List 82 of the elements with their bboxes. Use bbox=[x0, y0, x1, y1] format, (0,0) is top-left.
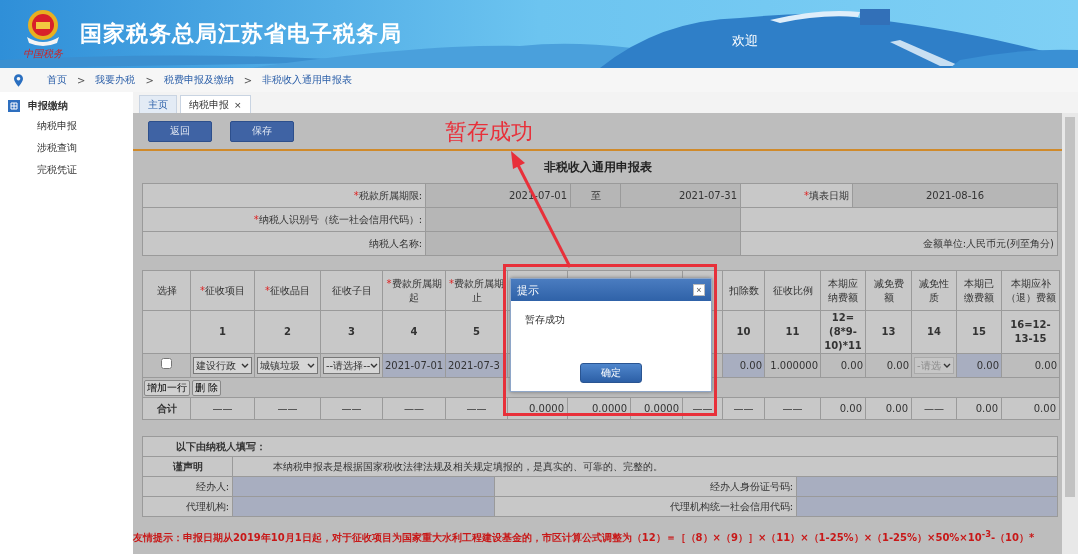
column-header: *费款所属期止 bbox=[449, 277, 504, 303]
sidebar-section-title[interactable]: 申报缴纳 bbox=[28, 99, 68, 113]
chevron-icon bbox=[307, 363, 315, 368]
close-button[interactable]: × bbox=[693, 284, 705, 296]
breadcrumb-link[interactable]: 非税收入通用申报表 bbox=[262, 73, 353, 87]
toolbar-button[interactable]: 保存 bbox=[230, 120, 294, 142]
dropdown[interactable]: 城镇垃圾 bbox=[257, 357, 318, 374]
breadcrumb-link[interactable]: 税费申报及缴纳 bbox=[163, 73, 234, 87]
column-header: 征收比例 bbox=[772, 284, 813, 296]
table-cell: 0.00 bbox=[886, 359, 909, 371]
column-header: 减免性质 bbox=[919, 277, 949, 303]
breadcrumb-link[interactable]: 我要办税 bbox=[95, 73, 136, 87]
tab[interactable]: 纳税申报 × bbox=[180, 95, 251, 113]
row-button[interactable]: 删 除 bbox=[192, 379, 222, 396]
table-cell: 至 bbox=[570, 183, 621, 208]
scrollbar[interactable] bbox=[1062, 113, 1078, 554]
column-number: 5 bbox=[473, 326, 480, 337]
dialog-message: 暂存成功 bbox=[524, 313, 566, 327]
field-label: *税款所属期限: bbox=[142, 183, 426, 208]
confirm-button[interactable]: 确定 bbox=[580, 363, 642, 383]
section-heading: 以下由纳税人填写： bbox=[175, 440, 266, 452]
form-title: 非税收入通用申报表 bbox=[542, 159, 653, 176]
column-header: *征收项目 bbox=[200, 284, 245, 296]
field-label: 纳税人名称: bbox=[142, 231, 426, 256]
statement-text: 本纳税申报表是根据国家税收法律法规及相关规定填报的，是真实的、可靠的、完整的。 bbox=[232, 456, 1058, 477]
column-header: 减免费额 bbox=[873, 277, 904, 303]
row-button[interactable]: 增加一行 bbox=[144, 379, 190, 396]
breadcrumb-separator: > bbox=[243, 74, 253, 86]
location-pin-icon bbox=[14, 73, 23, 87]
close-icon[interactable]: × bbox=[234, 99, 242, 110]
field-label: 谨声明 bbox=[142, 456, 233, 477]
column-number: 2 bbox=[284, 326, 291, 337]
chevron-icon bbox=[370, 363, 379, 368]
column-header: *费款所属期起 bbox=[386, 277, 442, 303]
field-label: *填表日期 bbox=[740, 183, 853, 208]
column-number: 10 bbox=[736, 326, 751, 337]
column-number: 4 bbox=[410, 326, 418, 337]
emblem-caption: 中国税务 bbox=[23, 47, 63, 61]
chevron-icon bbox=[943, 363, 951, 368]
field-label: *纳税人识别号（统一社会信用代码）: bbox=[142, 207, 426, 232]
column-number: 12=(8*9-10)*11 bbox=[824, 312, 862, 351]
table-cell: 2021-08-16 bbox=[852, 183, 1058, 208]
chevron-icon bbox=[241, 363, 249, 368]
column-number: 1 bbox=[219, 326, 226, 337]
table-cell: 2021-07-31 bbox=[620, 183, 741, 208]
dialog-title: 提示 bbox=[517, 282, 539, 298]
field-label: 经办人: bbox=[142, 476, 233, 497]
sidebar-item[interactable]: 纳税申报 bbox=[0, 115, 133, 137]
site-title: 国家税务总局江苏省电子税务局 bbox=[80, 20, 402, 48]
toolbar-button[interactable]: 返回 bbox=[148, 120, 212, 142]
breadcrumb-link[interactable]: 首页 bbox=[47, 73, 67, 87]
breadcrumb-separator: > bbox=[145, 74, 154, 86]
column-number: 15 bbox=[972, 326, 986, 337]
total-label: 合计 bbox=[142, 397, 191, 420]
sidebar-item[interactable]: 完税凭证 bbox=[0, 159, 133, 181]
column-header: 选择 bbox=[156, 284, 177, 296]
column-number: 3 bbox=[348, 326, 355, 337]
dropdown[interactable]: 建设行政 bbox=[193, 357, 252, 374]
breadcrumb-separator: > bbox=[77, 74, 86, 86]
column-header: *征收品目 bbox=[265, 284, 310, 296]
column-number: 14 bbox=[927, 326, 941, 337]
column-header: 本期应补（退）费额 bbox=[1005, 277, 1056, 303]
row-checkbox[interactable] bbox=[161, 358, 172, 369]
dropdown[interactable]: --请选择-- bbox=[323, 357, 380, 374]
grid-icon bbox=[8, 100, 20, 112]
column-header: 本期应纳费额 bbox=[828, 277, 858, 303]
column-header: 征收子目 bbox=[331, 284, 372, 296]
column-number: 13 bbox=[881, 326, 896, 337]
column-header: 本期已缴费额 bbox=[964, 277, 994, 303]
column-number: 16=12-13-15 bbox=[1010, 319, 1051, 344]
unit-note: 金额单位:人民币元(列至角分) bbox=[740, 231, 1058, 256]
sidebar-item[interactable]: 涉税查询 bbox=[0, 137, 133, 159]
column-header: 扣除数 bbox=[728, 284, 759, 296]
table-cell: 1.000000 bbox=[770, 359, 818, 371]
table-cell: 0.00 bbox=[840, 359, 863, 371]
table-cell: 0.00 bbox=[1034, 359, 1057, 371]
annotation-text: 暂存成功 bbox=[445, 118, 533, 146]
field-label: 代理机构: bbox=[142, 496, 233, 517]
tip-text: 友情提示：申报日期从2019年10月1日起，对于征收项目为国家重大水利工程建设基金的，市区计算公式调整为（12）＝［（8）×（9）］×（11）×（1-25%）×（1-25%）×50%×10$^{-3}$-（10）* bbox=[133, 529, 1036, 546]
column-number: 11 bbox=[785, 326, 800, 337]
tab[interactable]: 主页 bbox=[139, 95, 177, 113]
welcome-text: 欢迎 bbox=[732, 32, 758, 50]
